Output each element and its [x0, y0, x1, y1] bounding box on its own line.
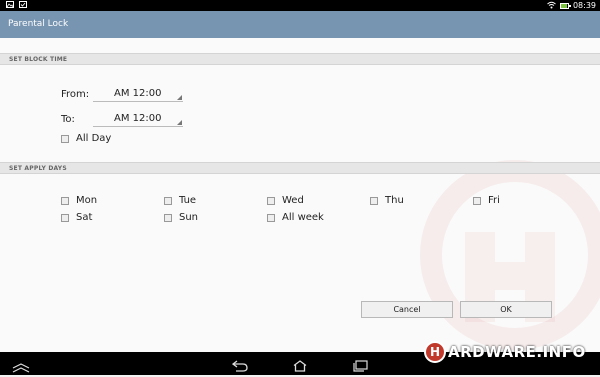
dropdown-corner-icon: [177, 120, 182, 125]
ok-button[interactable]: OK: [460, 301, 552, 318]
all-week-checkbox[interactable]: [267, 213, 275, 222]
mon-checkbox[interactable]: [61, 196, 69, 205]
to-time-value: AM 12:00: [114, 113, 162, 124]
brand-text: ARDWARE.INFO: [448, 343, 586, 361]
section-header-label: SET APPLY DAYS: [9, 165, 67, 172]
day-label: All week: [282, 212, 324, 223]
page-title: Parental Lock: [8, 19, 69, 29]
day-option-wed[interactable]: Wed: [267, 195, 304, 206]
to-time-spinner[interactable]: AM 12:00: [93, 113, 183, 127]
to-label: To:: [61, 114, 75, 125]
section-header-label: SET BLOCK TIME: [9, 56, 68, 63]
day-label: Tue: [179, 195, 197, 206]
wifi-icon: [547, 1, 556, 11]
cancel-button[interactable]: Cancel: [361, 301, 453, 318]
section-header-apply-days: SET APPLY DAYS: [0, 162, 600, 174]
image-notification-icon: [6, 1, 14, 8]
section-header-block-time: SET BLOCK TIME: [0, 53, 600, 65]
day-option-tue[interactable]: Tue: [164, 195, 196, 206]
day-label: Sat: [76, 212, 93, 223]
day-label: Thu: [385, 195, 404, 206]
day-option-mon[interactable]: Mon: [61, 195, 97, 206]
day-label: Mon: [76, 195, 98, 206]
fri-checkbox[interactable]: [473, 196, 481, 205]
hardware-info-logo: H ARDWARE.INFO: [424, 338, 586, 366]
back-icon[interactable]: [231, 357, 248, 376]
day-option-thu[interactable]: Thu: [370, 195, 404, 206]
day-option-sun[interactable]: Sun: [164, 212, 198, 223]
from-time-value: AM 12:00: [114, 88, 162, 99]
wed-checkbox[interactable]: [267, 196, 275, 205]
day-option-sat[interactable]: Sat: [61, 212, 92, 223]
sun-checkbox[interactable]: [164, 213, 172, 222]
sat-checkbox[interactable]: [61, 213, 69, 222]
day-label: Wed: [282, 195, 304, 206]
tue-checkbox[interactable]: [164, 196, 172, 205]
battery-icon: [559, 2, 571, 9]
dropdown-corner-icon: [177, 95, 182, 100]
recent-apps-icon[interactable]: [352, 357, 368, 376]
up-chevron-icon[interactable]: [12, 358, 30, 377]
all-day-label: All Day: [76, 133, 112, 144]
clock: 08:39: [572, 1, 596, 10]
from-time-spinner[interactable]: AM 12:00: [93, 88, 183, 102]
all-day-option[interactable]: All Day: [61, 133, 111, 144]
status-bar: 08:39: [0, 0, 600, 11]
day-option-fri[interactable]: Fri: [473, 195, 500, 206]
day-option-all-week[interactable]: All week: [267, 212, 324, 223]
brand-logo-icon: H: [424, 341, 446, 363]
check-notification-icon: [19, 1, 27, 8]
day-label: Sun: [179, 212, 199, 223]
all-day-checkbox[interactable]: [61, 134, 69, 143]
home-icon[interactable]: [292, 357, 308, 376]
from-label: From:: [61, 89, 90, 100]
day-label: Fri: [488, 195, 500, 206]
thu-checkbox[interactable]: [370, 196, 378, 205]
title-bar: Parental Lock: [0, 11, 600, 38]
